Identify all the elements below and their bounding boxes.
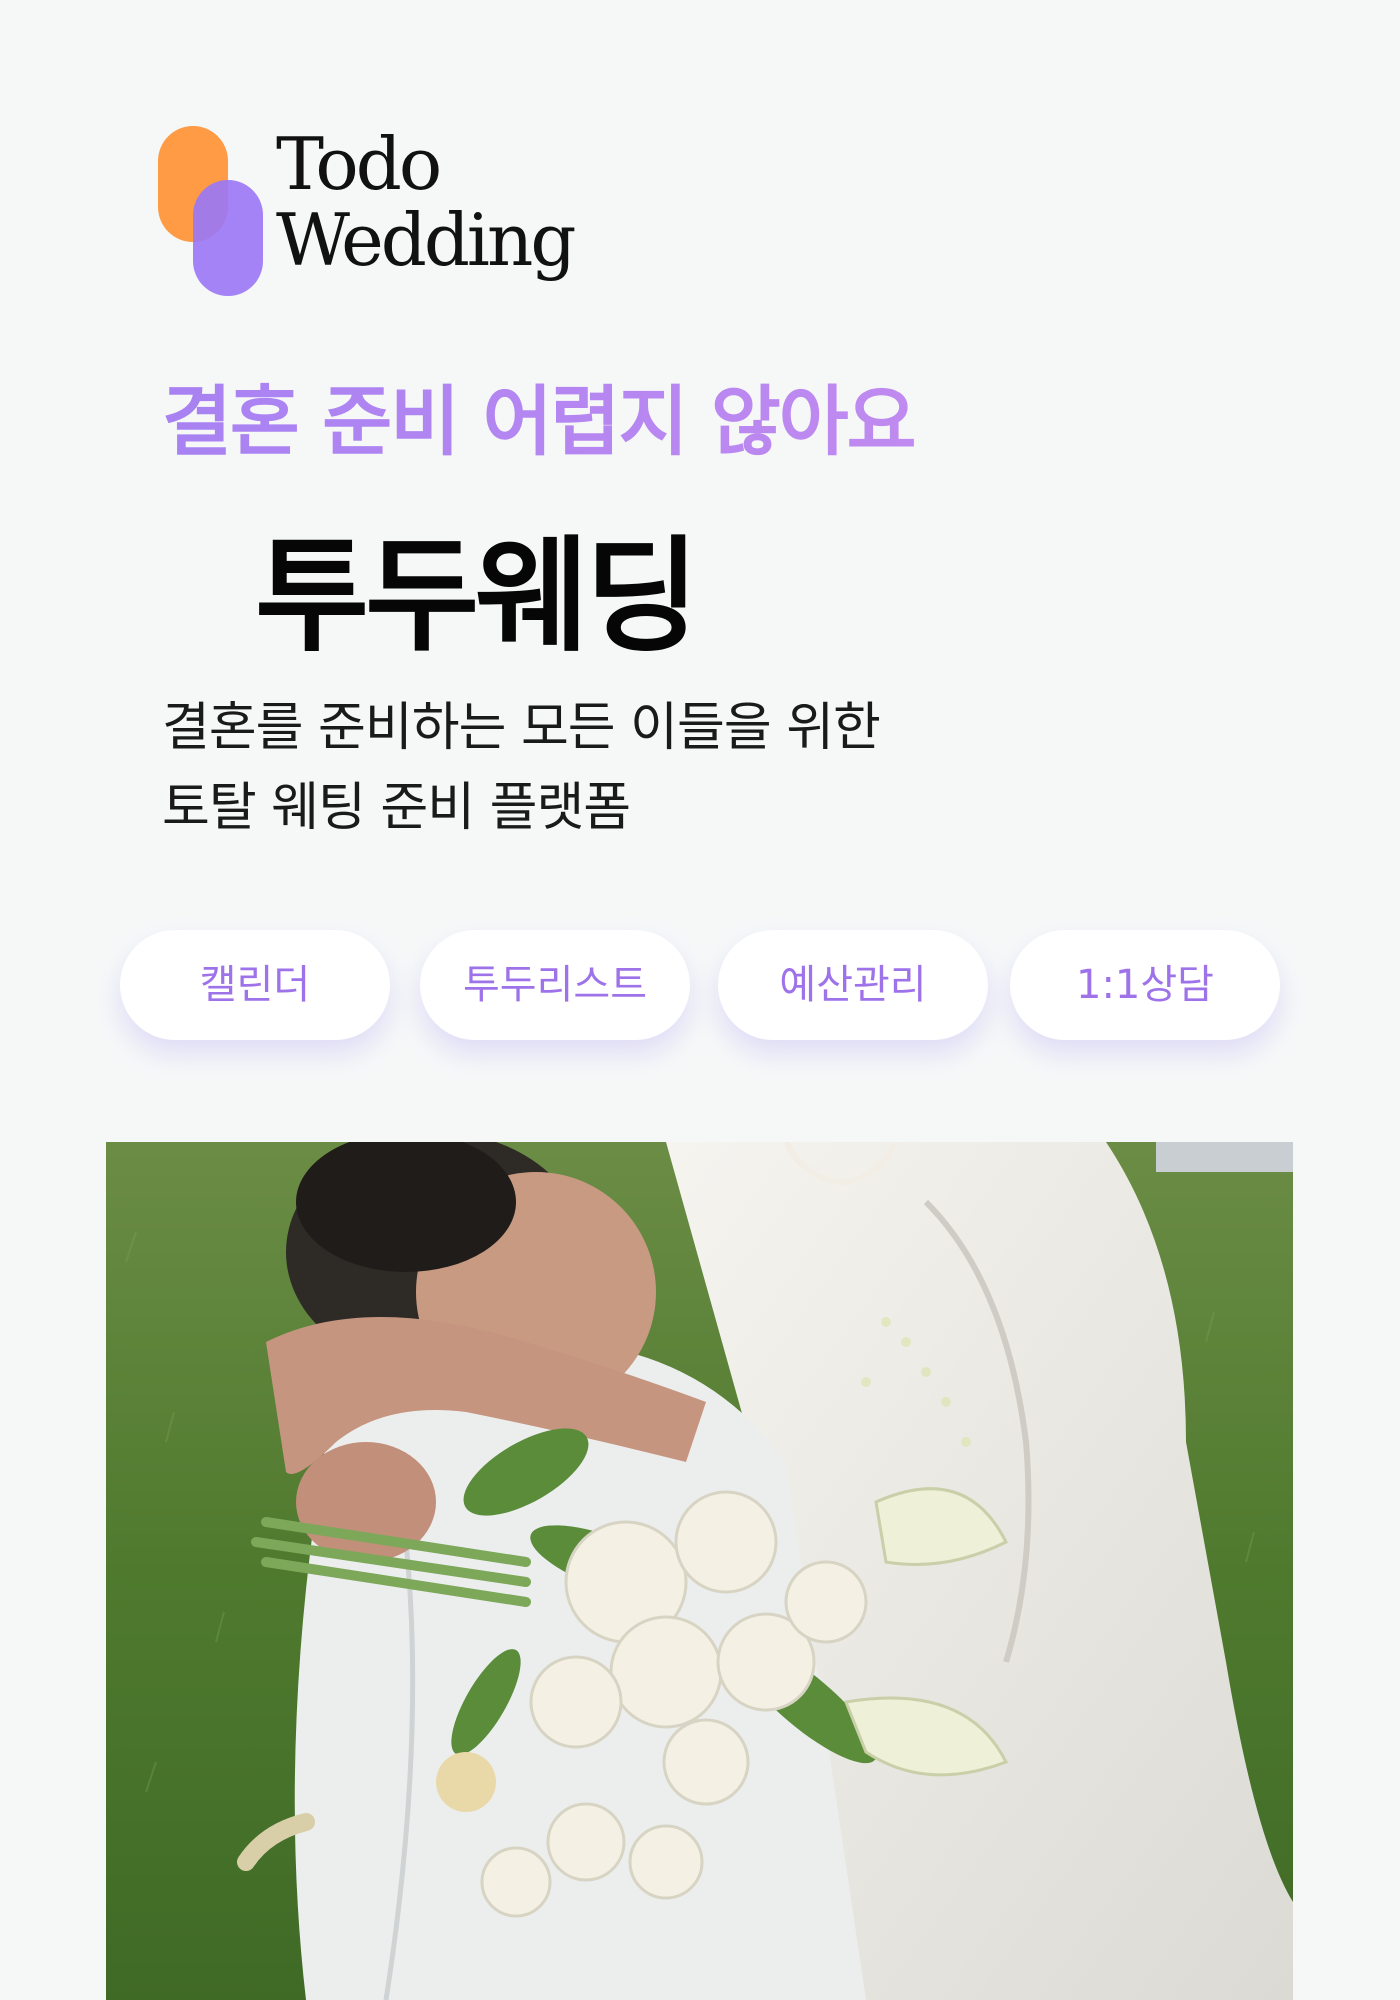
hero-description-line-1: 결혼를 준비하는 모든 이들을 위한	[162, 698, 881, 758]
brand-logo[interactable]: Todo Wedding	[158, 126, 618, 301]
chip-calendar[interactable]: 캘린더	[120, 930, 390, 1040]
hero-photo	[106, 1142, 1293, 2000]
wedding-couple-illustration	[106, 1142, 1293, 2000]
hero-tagline: 결혼 준비 어렵지 않아요	[162, 360, 917, 470]
logo-wordmark: Todo Wedding	[276, 122, 576, 282]
hero-title: 투두웨딩	[255, 525, 699, 669]
logo-line-2: Wedding	[276, 198, 576, 282]
hero-description: 결혼를 준비하는 모든 이들을 위한 토탈 웨팅 준비 플랫폼	[162, 688, 881, 848]
logo-purple-pill	[193, 180, 263, 296]
chip-consulting[interactable]: 1:1상담	[1010, 930, 1280, 1040]
logo-line-1: Todo	[276, 122, 442, 206]
feature-chips: 캘린더 투두리스트 예산관리 1:1상담	[120, 930, 1280, 1042]
hero-description-line-2: 토탈 웨팅 준비 플랫폼	[162, 778, 631, 838]
chip-budget[interactable]: 예산관리	[718, 930, 988, 1040]
logo-mark-icon	[158, 126, 268, 301]
chip-todolist[interactable]: 투두리스트	[420, 930, 690, 1040]
